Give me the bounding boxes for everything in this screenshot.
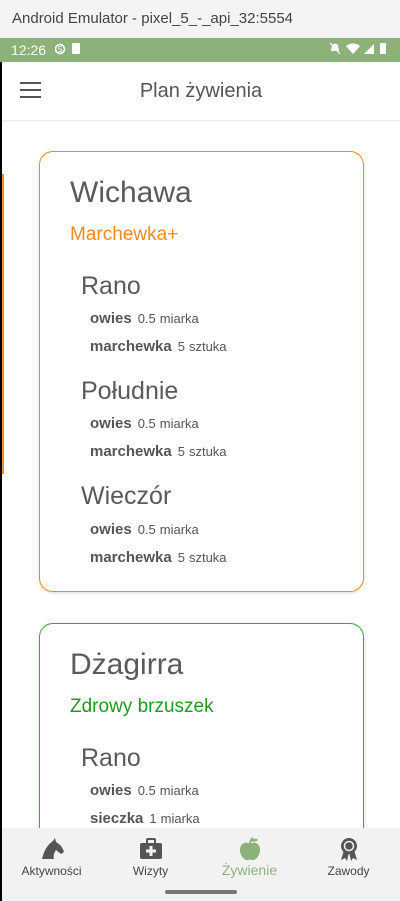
medical-bag-icon bbox=[140, 838, 162, 859]
food-unit: sztuka bbox=[188, 444, 227, 459]
status-time: 12:26 bbox=[11, 42, 47, 58]
food-unit: sztuka bbox=[188, 339, 227, 354]
system-icons bbox=[328, 42, 392, 59]
app-screen: Plan żywienia Wichawa Marchewka+ Rano ow… bbox=[2, 62, 400, 901]
food-name: sieczka bbox=[90, 810, 144, 827]
food-name: owies bbox=[90, 782, 132, 799]
nav-item-zawody[interactable]: Zawody bbox=[299, 828, 398, 888]
food-quantity: 5 bbox=[177, 444, 185, 459]
food-unit: miarka bbox=[160, 811, 200, 826]
food-unit: miarka bbox=[159, 522, 199, 537]
food-unit: miarka bbox=[159, 416, 199, 431]
nav-label: Aktywności bbox=[21, 864, 82, 878]
meal-title: Południe bbox=[81, 377, 179, 405]
signal-battery-icons bbox=[329, 42, 386, 55]
rosette-award-icon bbox=[341, 838, 357, 861]
emulator-title-bar: Android Emulator - pixel_5_-_api_32:5554 bbox=[0, 0, 400, 38]
plan-name: Marchewka+ bbox=[70, 224, 179, 245]
food-name: owies bbox=[90, 415, 132, 432]
gesture-handle[interactable] bbox=[165, 890, 237, 894]
notification-icons: S bbox=[54, 42, 83, 59]
food-quantity: 0.5 bbox=[137, 522, 156, 537]
plan-name: Zdrowy brzuszek bbox=[70, 696, 214, 717]
food-quantity: 5 bbox=[177, 550, 185, 565]
food-unit: miarka bbox=[159, 783, 199, 798]
food-row: owies 0.5 miarka bbox=[90, 782, 199, 800]
feeding-plan-list[interactable]: Wichawa Marchewka+ Rano owies 0.5 miarka m… bbox=[2, 120, 400, 828]
nav-label: Zawody bbox=[327, 864, 370, 878]
horse-name: Wichawa bbox=[70, 176, 192, 209]
nav-item-aktywnosci[interactable]: Aktywności bbox=[2, 828, 101, 888]
food-name: owies bbox=[90, 310, 132, 327]
nav-item-wizyty[interactable]: Wizyty bbox=[101, 828, 200, 888]
horse-head-icon bbox=[42, 838, 64, 859]
apple-icon bbox=[240, 837, 260, 861]
meal-title: Wieczór bbox=[81, 482, 172, 510]
food-name: marchewka bbox=[90, 443, 172, 460]
top-app-bar: Plan żywienia bbox=[2, 62, 400, 120]
food-row: owies 0.5 miarka bbox=[90, 521, 199, 539]
horse-card[interactable]: Dżagirra Zdrowy brzuszek Rano owies 0.5 mi… bbox=[39, 623, 364, 828]
food-row: marchewka 5 sztuka bbox=[90, 338, 227, 356]
meal-title: Rano bbox=[81, 744, 141, 772]
food-quantity: 0.5 bbox=[137, 783, 156, 798]
food-quantity: 0.5 bbox=[137, 416, 156, 431]
meal-title: Rano bbox=[81, 272, 141, 300]
horse-name: Dżagirra bbox=[70, 648, 184, 681]
horse-card[interactable]: Wichawa Marchewka+ Rano owies 0.5 miarka m… bbox=[39, 151, 364, 592]
food-row: marchewka 5 sztuka bbox=[90, 443, 227, 461]
food-name: owies bbox=[90, 521, 132, 538]
nav-label: Wizyty bbox=[132, 864, 169, 878]
food-quantity: 5 bbox=[177, 339, 185, 354]
food-unit: sztuka bbox=[188, 550, 227, 565]
food-quantity: 1 bbox=[149, 811, 157, 826]
sim-icon: S bbox=[54, 43, 80, 55]
food-unit: miarka bbox=[159, 311, 199, 326]
bottom-navigation: Aktywności Wizyty Żywienie Zawody bbox=[2, 828, 400, 901]
food-name: marchewka bbox=[90, 338, 172, 355]
food-quantity: 0.5 bbox=[137, 311, 156, 326]
food-row: owies 0.5 miarka bbox=[90, 415, 199, 433]
svg-text:S: S bbox=[58, 45, 63, 54]
page-title: Plan żywienia bbox=[139, 80, 263, 102]
status-bar: 12:26 S bbox=[0, 38, 400, 62]
food-name: marchewka bbox=[90, 549, 172, 566]
emulator-title: Android Emulator - pixel_5_-_api_32:5554 bbox=[12, 10, 294, 27]
food-row: sieczka 1 miarka bbox=[90, 810, 200, 828]
nav-item-zywienie[interactable]: Żywienie bbox=[200, 828, 299, 888]
food-row: marchewka 5 sztuka bbox=[90, 549, 227, 567]
nav-label: Żywienie bbox=[221, 862, 278, 878]
food-row: owies 0.5 miarka bbox=[90, 310, 199, 328]
